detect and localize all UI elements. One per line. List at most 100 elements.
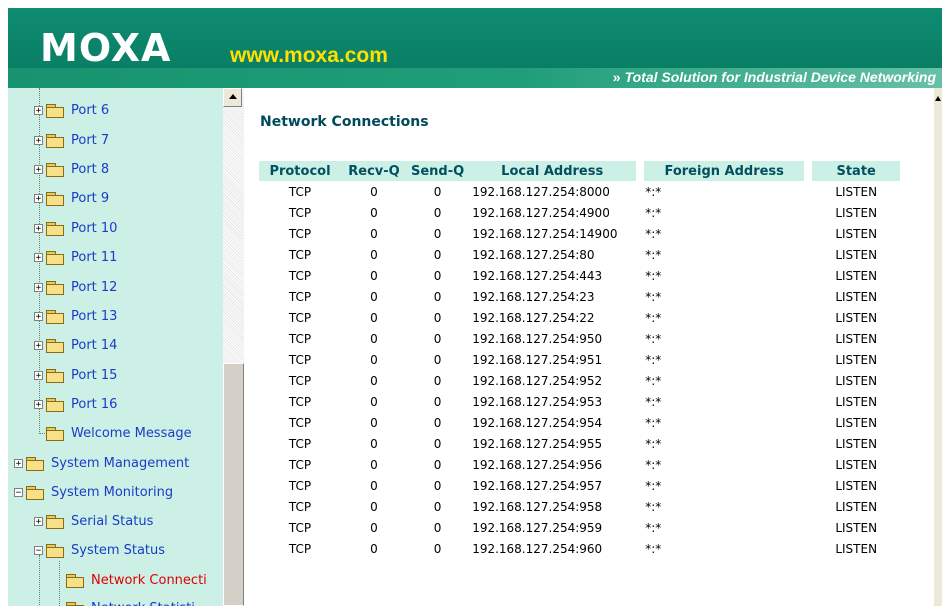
expand-icon[interactable]: + [34, 399, 43, 409]
sidebar-item-system-status[interactable]: − System Status [34, 539, 165, 561]
cell-recv-q: 0 [370, 478, 378, 493]
sidebar-item-network-connecti[interactable]: Network Connecti [54, 569, 207, 591]
folder-icon [46, 103, 64, 118]
column-gap [636, 370, 645, 391]
sidebar-item-label: Welcome Message [71, 425, 192, 441]
table-row: TCP 0 0 192.168.127.254:22 *:* LISTEN [259, 307, 900, 328]
cell-protocol: TCP [288, 310, 312, 325]
scrollbar-thumb[interactable] [223, 363, 244, 606]
sidebar-item-port-6[interactable]: + Port 6 [34, 99, 109, 121]
sidebar-item-label: Port 13 [71, 308, 118, 324]
column-gap [636, 307, 645, 328]
expand-icon[interactable]: + [34, 516, 43, 526]
double-chevron-icon: » [612, 69, 621, 85]
page-title: Network Connections [260, 114, 429, 130]
cell-foreign-address: *:* [645, 184, 662, 199]
expand-icon[interactable]: + [34, 164, 43, 174]
cell-recv-q: 0 [370, 415, 378, 430]
sidebar-item-system-management[interactable]: + System Management [14, 452, 189, 474]
column-gap [804, 161, 813, 181]
cell-state: LISTEN [835, 352, 878, 367]
arrow-up-icon [229, 94, 237, 99]
folder-icon [46, 338, 64, 353]
cell-protocol: TCP [288, 373, 312, 388]
column-gap [636, 433, 645, 454]
cell-recv-q: 0 [370, 184, 378, 199]
sidebar-scrollbar[interactable] [223, 88, 244, 606]
expand-icon[interactable]: + [34, 223, 43, 233]
cell-foreign-address: *:* [645, 289, 662, 304]
expand-icon[interactable]: + [34, 105, 43, 115]
cell-protocol: TCP [288, 247, 312, 262]
sidebar-item-label: Network Statisti [91, 601, 195, 606]
scroll-up-button[interactable] [223, 88, 242, 107]
website-link[interactable]: www.moxa.com [230, 44, 388, 68]
column-gap [636, 349, 645, 370]
expand-icon[interactable]: + [34, 311, 43, 321]
cell-state: LISTEN [835, 310, 878, 325]
sidebar-item-network-statisti[interactable]: Network Statisti [54, 597, 195, 606]
column-header-local-address: Local Address [468, 161, 637, 181]
collapse-icon[interactable]: − [34, 545, 43, 555]
expand-icon[interactable]: + [34, 282, 43, 292]
cell-local-address: 192.168.127.254:950 [472, 331, 603, 346]
cell-protocol: TCP [288, 226, 312, 241]
table-header-row: Protocol Recv-Q Send-Q Local Address For… [259, 161, 901, 181]
cell-foreign-address: *:* [645, 247, 662, 262]
sidebar-item-port-15[interactable]: + Port 15 [34, 364, 117, 386]
cell-send-q: 0 [433, 289, 442, 304]
sidebar-item-port-16[interactable]: + Port 16 [34, 393, 117, 415]
expand-icon[interactable]: + [34, 252, 43, 262]
column-gap [636, 181, 645, 202]
sidebar-item-port-11[interactable]: + Port 11 [34, 246, 117, 268]
sidebar-item-welcome-message[interactable]: Welcome Message [34, 422, 192, 444]
folder-icon [46, 250, 64, 265]
sidebar-item-port-14[interactable]: + Port 14 [34, 334, 117, 356]
cell-local-address: 192.168.127.254:959 [472, 520, 603, 535]
folder-icon [46, 368, 64, 383]
sidebar-item-label: Port 9 [71, 190, 110, 206]
expand-icon[interactable]: + [34, 135, 43, 145]
folder-icon [46, 280, 64, 295]
folder-icon [46, 514, 64, 529]
table-row: TCP 0 0 192.168.127.254:957 *:* LISTEN [259, 475, 900, 496]
folder-icon [26, 456, 44, 471]
sidebar-item-serial-status[interactable]: + Serial Status [34, 510, 153, 532]
expand-icon[interactable]: + [34, 193, 43, 203]
expand-icon[interactable]: + [34, 370, 43, 380]
sidebar-item-port-13[interactable]: + Port 13 [34, 305, 117, 327]
sidebar-item-port-8[interactable]: + Port 8 [34, 158, 109, 180]
sidebar-item-port-7[interactable]: + Port 7 [34, 129, 109, 151]
cell-local-address: 192.168.127.254:954 [472, 415, 603, 430]
cell-recv-q: 0 [370, 373, 378, 388]
cell-local-address: 192.168.127.254:956 [472, 457, 603, 472]
cell-foreign-address: *:* [645, 205, 662, 220]
cell-local-address: 192.168.127.254:957 [472, 478, 603, 493]
tagline-text: Total Solution for Industrial Device Net… [624, 69, 936, 85]
column-gap [804, 328, 813, 349]
sidebar-item-port-12[interactable]: + Port 12 [34, 276, 117, 298]
column-gap [804, 370, 813, 391]
column-header-recv-q: Recv-Q [341, 161, 407, 181]
column-gap [804, 307, 813, 328]
column-gap [636, 496, 645, 517]
sidebar-item-label: Port 6 [71, 102, 110, 118]
sidebar-item-system-monitoring[interactable]: − System Monitoring [14, 481, 173, 503]
sidebar-item-port-10[interactable]: + Port 10 [34, 217, 117, 239]
cell-send-q: 0 [433, 457, 442, 472]
column-gap [636, 391, 645, 412]
sidebar-item-label: Port 12 [71, 279, 118, 295]
column-gap [636, 454, 645, 475]
cell-state: LISTEN [835, 478, 878, 493]
expand-icon[interactable]: + [34, 340, 43, 350]
main-scrollbar[interactable] [934, 88, 942, 606]
sidebar-item-port-9[interactable]: + Port 9 [34, 187, 109, 209]
cell-recv-q: 0 [370, 436, 378, 451]
folder-icon [46, 397, 64, 412]
column-gap [804, 265, 813, 286]
table-row: TCP 0 0 192.168.127.254:443 *:* LISTEN [259, 265, 900, 286]
collapse-icon[interactable]: − [14, 487, 23, 497]
cell-send-q: 0 [433, 247, 442, 262]
expand-icon[interactable]: + [14, 458, 23, 468]
cell-protocol: TCP [288, 457, 312, 472]
